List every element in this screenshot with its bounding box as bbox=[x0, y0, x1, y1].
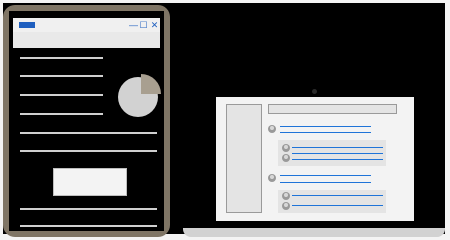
window-toolbar bbox=[13, 32, 160, 48]
maximize-icon[interactable]: ☐ bbox=[138, 18, 149, 32]
avatar-icon bbox=[282, 144, 290, 152]
document-line bbox=[20, 132, 157, 134]
sidebar-panel bbox=[226, 104, 262, 213]
avatar-icon bbox=[282, 202, 290, 210]
app-icon bbox=[19, 22, 35, 28]
tablet-screen: — ☐ ✕ bbox=[9, 11, 164, 231]
tablet-device: — ☐ ✕ bbox=[3, 5, 170, 237]
camera-icon bbox=[312, 89, 317, 94]
avatar-icon bbox=[282, 192, 290, 200]
message-line bbox=[292, 205, 383, 206]
pie-chart-icon bbox=[118, 74, 161, 117]
message-line bbox=[292, 147, 383, 148]
illustration: — ☐ ✕ bbox=[0, 0, 450, 240]
message-card bbox=[278, 140, 386, 166]
avatar-icon bbox=[282, 154, 290, 162]
document-line bbox=[20, 150, 157, 152]
search-bar bbox=[268, 104, 397, 114]
avatar-icon bbox=[268, 125, 276, 133]
message-line bbox=[280, 132, 371, 133]
document-line bbox=[20, 208, 157, 210]
message-line bbox=[292, 159, 383, 160]
message-line bbox=[280, 182, 371, 183]
document-line bbox=[20, 75, 103, 77]
message-line bbox=[280, 126, 371, 127]
message-line bbox=[292, 153, 383, 154]
close-icon[interactable]: ✕ bbox=[149, 18, 160, 32]
window-titlebar: — ☐ ✕ bbox=[13, 18, 160, 32]
message-line bbox=[292, 195, 383, 196]
document-line bbox=[20, 57, 103, 59]
laptop-base bbox=[183, 228, 445, 237]
document-line bbox=[20, 113, 103, 115]
avatar-icon bbox=[268, 174, 276, 182]
message-line bbox=[280, 175, 371, 176]
message-card bbox=[278, 190, 386, 213]
document-box bbox=[53, 168, 127, 196]
laptop-screen bbox=[216, 97, 414, 221]
document-line bbox=[20, 225, 157, 227]
document-line bbox=[20, 94, 103, 96]
